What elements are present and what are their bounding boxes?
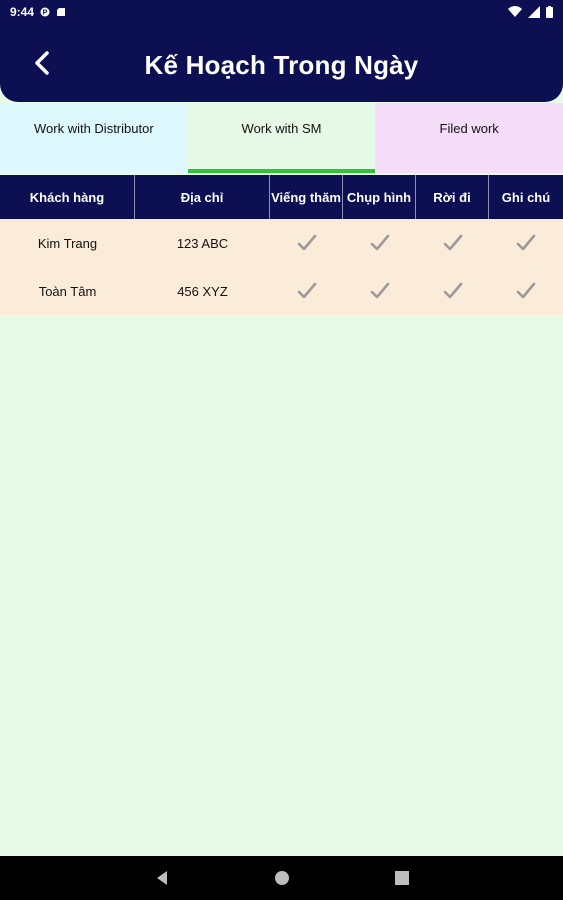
column-header-customer: Khách hàng: [0, 175, 135, 219]
check-icon: [370, 282, 389, 299]
note-check[interactable]: [489, 267, 563, 315]
square-recents-icon: [394, 871, 409, 885]
customer-name: Kim Trang: [37, 235, 98, 251]
plan-table: Khách hàng Địa chỉ Viếng thăm Chụp hình …: [0, 175, 563, 315]
visit-check[interactable]: [270, 219, 343, 267]
svg-text:P: P: [43, 10, 48, 17]
back-arrow-icon: [35, 51, 49, 75]
column-header-address: Địa chỉ: [135, 175, 270, 219]
tab-work-with-distributor[interactable]: Work with Distributor: [0, 103, 188, 173]
customer-address: 456 XYZ: [177, 283, 228, 299]
wifi-icon: [508, 6, 522, 17]
status-time: 9:44: [10, 5, 35, 19]
nav-home-button[interactable]: [267, 863, 297, 893]
check-icon: [370, 234, 389, 251]
tab-label: Filed work: [439, 121, 499, 136]
app-notification-icon: P: [40, 7, 50, 17]
back-button[interactable]: [28, 48, 56, 78]
circle-home-icon: [274, 871, 289, 885]
tab-label: Work with Distributor: [33, 121, 154, 136]
triangle-back-icon: [156, 871, 167, 885]
check-icon: [516, 282, 536, 299]
leave-check[interactable]: [416, 267, 489, 315]
table-body: Kim Trang 123 ABC Toàn Tâm 456 XYZ: [0, 219, 563, 315]
table-header: Khách hàng Địa chỉ Viếng thăm Chụp hình …: [0, 175, 563, 219]
check-icon: [443, 282, 462, 299]
system-nav-bar: [0, 856, 563, 900]
check-icon: [297, 234, 316, 251]
page-title: Kế Hoạch Trong Ngày: [144, 49, 419, 80]
column-header-note: Ghi chú: [501, 189, 551, 205]
photo-check[interactable]: [343, 267, 416, 315]
tab-filed-work[interactable]: Filed work: [375, 103, 563, 173]
tab-label: Work with SM: [241, 121, 322, 136]
status-bar: 9:44 P: [0, 0, 563, 24]
nav-recents-button[interactable]: [387, 863, 417, 893]
customer-address: 123 ABC: [176, 235, 229, 251]
tab-bar: Work with Distributor Work with SM Filed…: [0, 103, 563, 173]
column-header-visit: Viếng thăm: [270, 175, 343, 219]
check-icon: [516, 234, 536, 251]
battery-icon: [546, 6, 553, 18]
visit-check[interactable]: [270, 267, 343, 315]
check-icon: [297, 282, 316, 299]
column-header-photo: Chụp hình: [343, 175, 416, 219]
table-row[interactable]: Kim Trang 123 ABC: [0, 219, 563, 267]
app-header: 9:44 P Kế Hoạch Trong Ngày: [0, 0, 563, 102]
column-header-leave: Rời đi: [416, 175, 489, 219]
leave-check[interactable]: [416, 219, 489, 267]
table-row[interactable]: Toàn Tâm 456 XYZ: [0, 267, 563, 315]
customer-name: Toàn Tâm: [38, 283, 97, 299]
signal-icon: [528, 6, 540, 18]
note-check[interactable]: [489, 219, 563, 267]
check-icon: [443, 234, 462, 251]
tab-work-with-sm[interactable]: Work with SM: [187, 103, 376, 173]
photo-check[interactable]: [343, 219, 416, 267]
sd-card-icon: [57, 8, 66, 16]
nav-back-button[interactable]: [147, 863, 177, 893]
